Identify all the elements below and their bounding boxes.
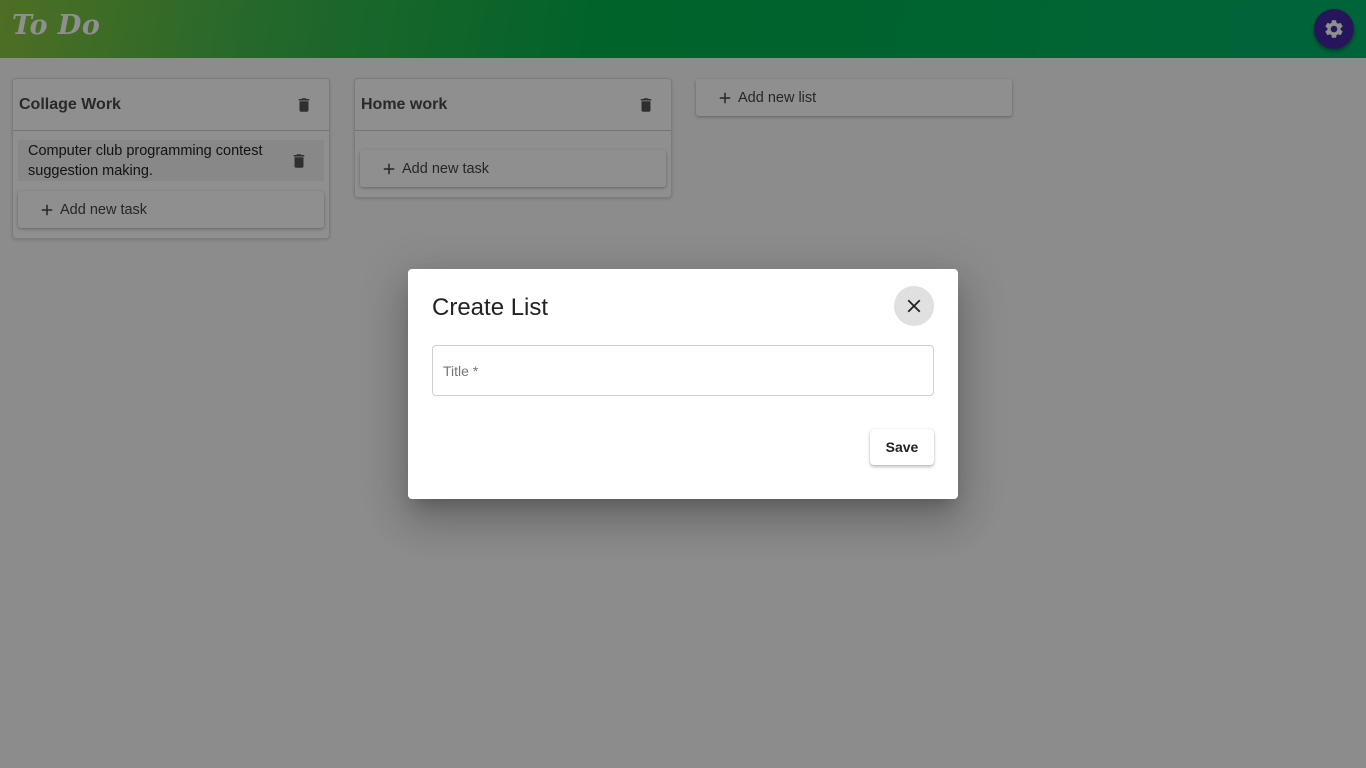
save-button[interactable]: Save — [870, 429, 934, 465]
title-field — [432, 345, 934, 396]
title-input[interactable] — [433, 346, 933, 395]
create-list-dialog: Create List Save — [408, 269, 958, 499]
dialog-title: Create List — [432, 294, 549, 321]
close-button[interactable] — [894, 286, 934, 326]
close-icon — [907, 299, 921, 313]
